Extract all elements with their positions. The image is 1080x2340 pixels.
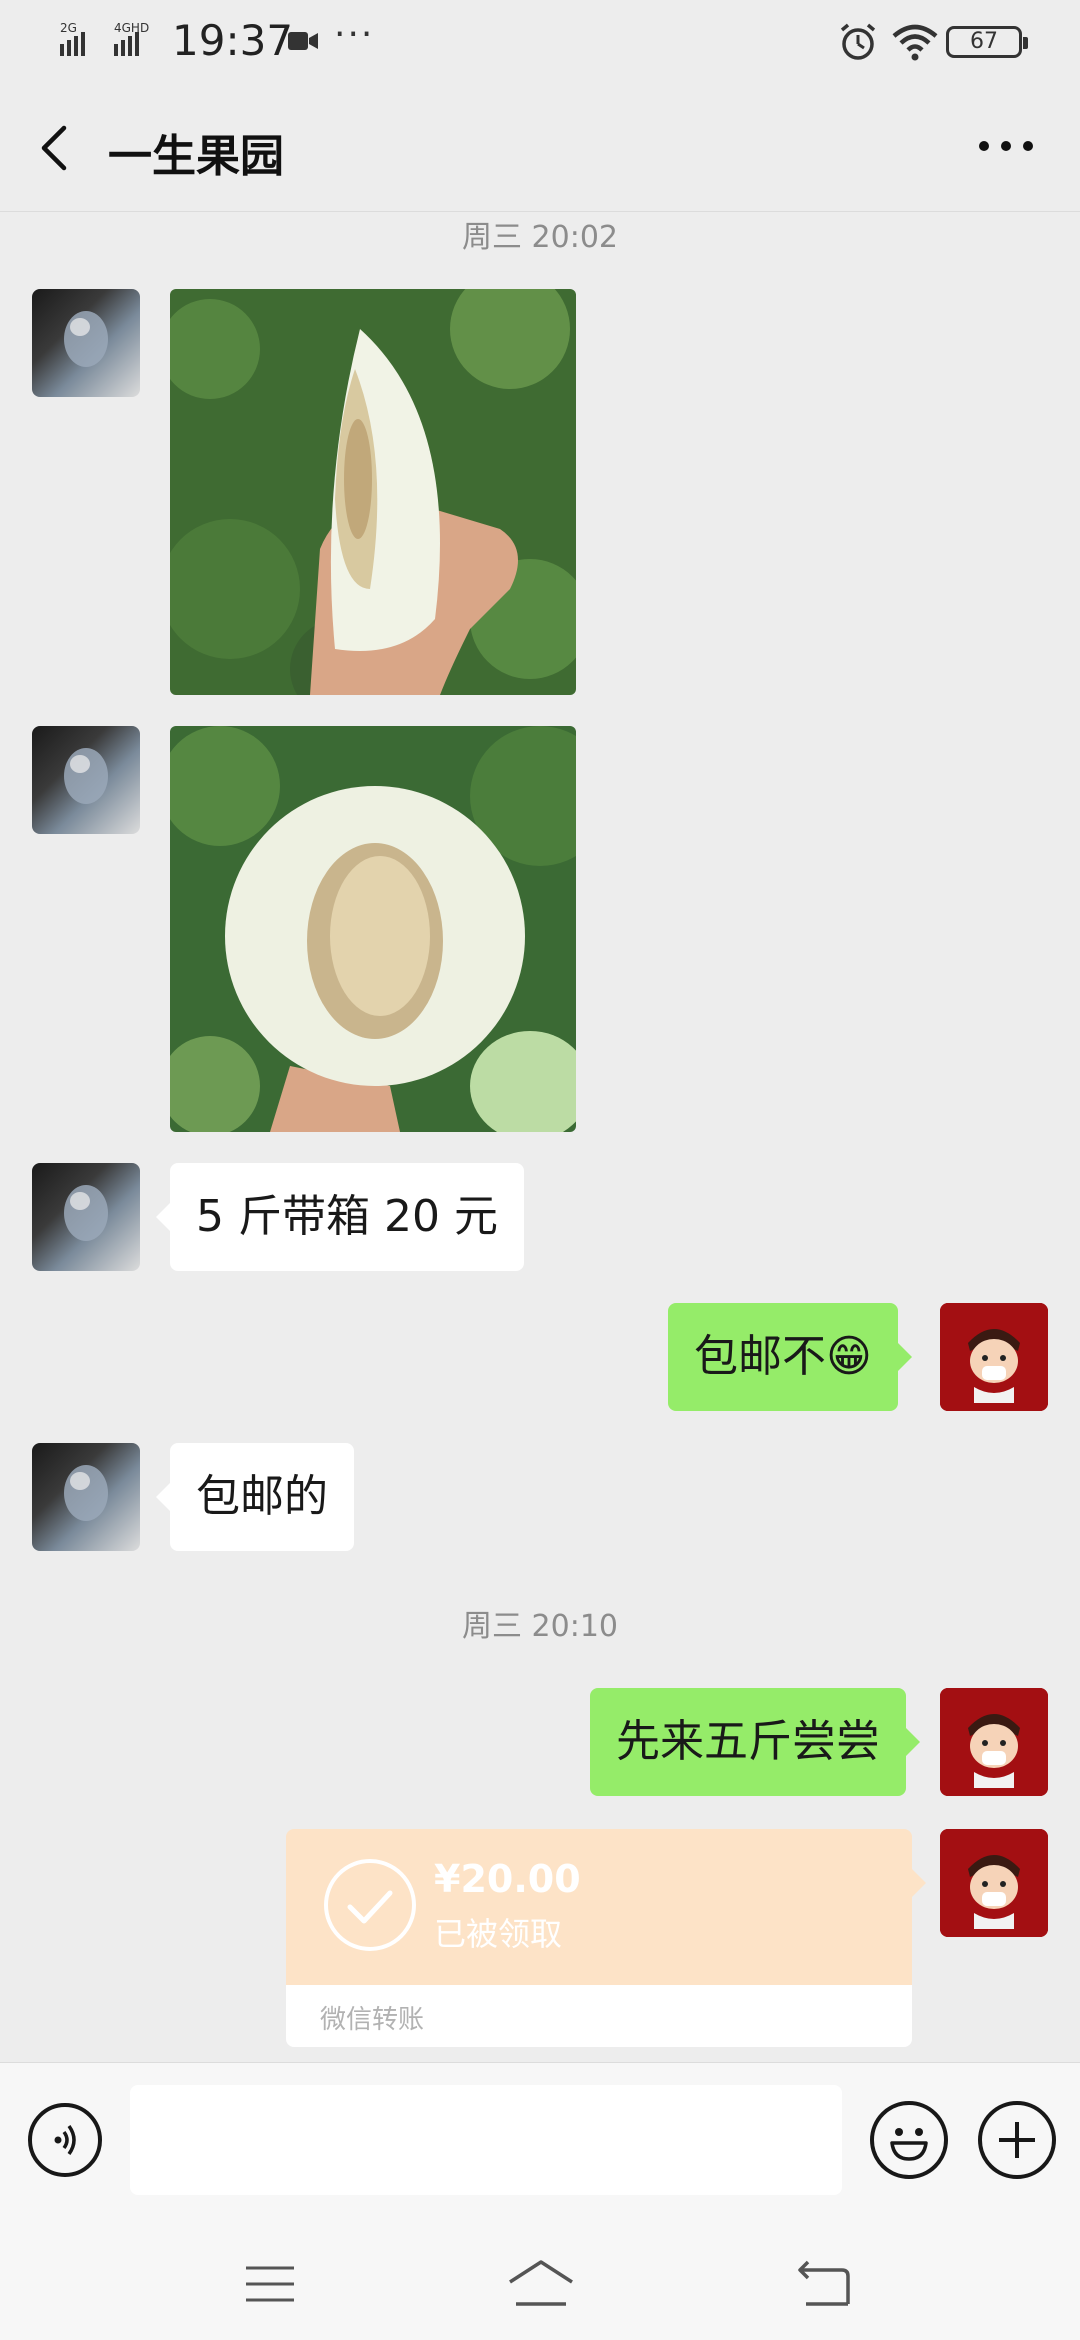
emoji-button[interactable] bbox=[870, 2101, 948, 2179]
transfer-card[interactable]: ¥20.00 已被领取 微信转账 bbox=[286, 1829, 926, 2047]
clock: 19:37 bbox=[172, 16, 294, 65]
transfer-amount: ¥20.00 bbox=[434, 1857, 581, 1901]
more-status-icon: ··· bbox=[334, 14, 375, 55]
input-bar bbox=[0, 2062, 1080, 2220]
back-nav-icon[interactable] bbox=[796, 2260, 852, 2306]
signal-icon: 2G 4GHD bbox=[60, 21, 149, 56]
alarm-icon bbox=[840, 23, 876, 60]
message-input[interactable] bbox=[130, 2085, 842, 2195]
my-avatar[interactable] bbox=[940, 1303, 1048, 1411]
svg-text:4GHD: 4GHD bbox=[114, 21, 149, 35]
system-nav-bar bbox=[0, 2220, 1080, 2340]
my-avatar[interactable] bbox=[940, 1829, 1048, 1937]
message-bubble[interactable]: 包邮的 bbox=[156, 1443, 354, 1551]
message-bubble[interactable]: 包邮不😁 bbox=[668, 1303, 912, 1411]
more-options-button[interactable] bbox=[976, 134, 1036, 158]
chat-messages[interactable]: 周三 20:02 5 斤带箱 20 元 包邮不😁 包邮的 周三 20:10 先来… bbox=[0, 212, 1080, 2062]
contact-avatar[interactable] bbox=[32, 289, 140, 397]
my-avatar[interactable] bbox=[940, 1688, 1048, 1796]
melon-photo[interactable] bbox=[170, 289, 576, 695]
menu-icon[interactable] bbox=[244, 2264, 296, 2304]
contact-avatar[interactable] bbox=[32, 1443, 140, 1551]
transfer-label: 微信转账 bbox=[320, 2005, 425, 2035]
home-icon[interactable] bbox=[506, 2256, 576, 2308]
svg-text:2G: 2G bbox=[60, 21, 77, 35]
voice-button[interactable] bbox=[28, 2103, 102, 2177]
timestamp: 周三 20:10 bbox=[462, 1609, 618, 1644]
contact-avatar[interactable] bbox=[32, 726, 140, 834]
wifi-icon bbox=[892, 24, 938, 61]
transfer-footer: 微信转账 bbox=[286, 1985, 912, 2047]
timestamp: 周三 20:02 bbox=[462, 220, 618, 255]
message-bubble[interactable]: 5 斤带箱 20 元 bbox=[156, 1163, 524, 1271]
video-icon bbox=[288, 32, 318, 50]
contact-avatar[interactable] bbox=[32, 1163, 140, 1271]
chat-header: 一生果园 bbox=[0, 84, 1080, 212]
status-bar: 2G 4GHD 19:37 ··· 67 bbox=[0, 0, 1080, 84]
message-bubble[interactable]: 先来五斤尝尝 bbox=[590, 1688, 920, 1796]
check-icon bbox=[324, 1859, 416, 1951]
chat-title: 一生果园 bbox=[108, 131, 284, 182]
transfer-card-body: ¥20.00 已被领取 bbox=[286, 1829, 926, 1985]
melon-photo[interactable] bbox=[170, 726, 576, 1132]
back-button[interactable] bbox=[30, 118, 80, 178]
battery-icon: 67 bbox=[946, 26, 1028, 58]
plus-button[interactable] bbox=[978, 2101, 1056, 2179]
transfer-status: 已被领取 bbox=[434, 1915, 563, 1953]
